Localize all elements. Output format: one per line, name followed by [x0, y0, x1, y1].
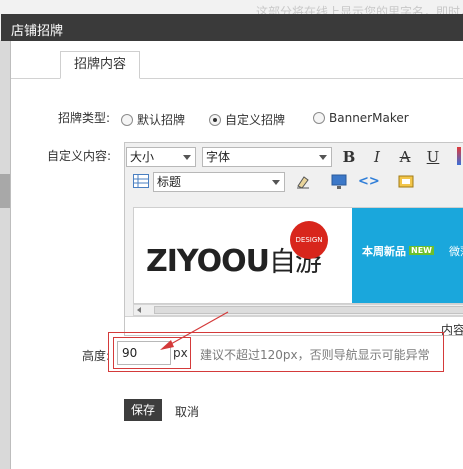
- type-label: 招牌类型:: [58, 111, 111, 125]
- radio-default[interactable]: 默认招牌: [121, 111, 185, 128]
- font-size-value: 大小: [130, 150, 155, 164]
- radio-bannermaker[interactable]: BannerMaker: [313, 111, 409, 125]
- underline-button[interactable]: U: [425, 148, 441, 166]
- logo-area: ZIYOOU自游 DESIGN: [134, 208, 352, 303]
- chevron-down-icon: [272, 180, 280, 185]
- logo-text: ZIYOOU: [146, 244, 270, 279]
- banner-text: 本周新品 NEW: [362, 243, 437, 259]
- image-icon[interactable]: [398, 174, 414, 190]
- background-block: [0, 174, 10, 208]
- radio-label: 自定义招牌: [225, 113, 286, 127]
- dialog-titlebar: 店铺招牌: [1, 14, 463, 41]
- radio-custom[interactable]: 自定义招牌: [209, 111, 285, 128]
- status-text: 内容: [440, 323, 463, 336]
- height-unit: px: [173, 346, 188, 360]
- background-sidebar: [0, 40, 10, 469]
- horizontal-scrollbar[interactable]: [133, 304, 463, 316]
- rich-text-editor[interactable]: 大小 字体 B I A U 标题 <> ZIYOOU自游 DESIGN 本周新品…: [124, 142, 463, 336]
- height-input[interactable]: 90: [117, 341, 171, 365]
- content-label: 自定义内容:: [47, 149, 112, 163]
- save-button[interactable]: 保存: [124, 399, 162, 421]
- font-family-select[interactable]: 字体: [202, 147, 332, 167]
- design-badge: DESIGN: [290, 221, 328, 259]
- format-painter-icon[interactable]: [295, 174, 311, 190]
- signboard-dialog: 店铺招牌 招牌内容 招牌类型: 默认招牌 自定义招牌 BannerMaker 自…: [1, 14, 463, 469]
- italic-button[interactable]: I: [369, 148, 385, 166]
- dialog-title: 店铺招牌: [11, 24, 64, 39]
- media-icon[interactable]: [331, 174, 347, 190]
- font-family-value: 字体: [206, 150, 231, 164]
- table-icon[interactable]: [133, 174, 149, 188]
- scrollbar-thumb[interactable]: [154, 306, 463, 314]
- radio-label: 默认招牌: [137, 113, 186, 127]
- chevron-down-icon: [183, 155, 191, 160]
- banner-strip: 本周新品NEW 微薄: [352, 208, 463, 303]
- font-size-select[interactable]: 大小: [126, 147, 196, 167]
- color-icon[interactable]: [457, 147, 461, 165]
- new-badge: NEW: [409, 246, 434, 255]
- radio-circle[interactable]: [313, 112, 325, 124]
- radio-circle[interactable]: [121, 113, 133, 126]
- chevron-down-icon: [319, 155, 327, 160]
- height-hint: 建议不超过120px，否则导航显示可能异常: [200, 348, 430, 362]
- banner-more: 微薄: [449, 245, 463, 258]
- banner-label: 本周新品: [362, 245, 406, 258]
- heading-value: 标题: [157, 175, 182, 189]
- radio-label: BannerMaker: [329, 111, 409, 125]
- strikethrough-button[interactable]: A: [397, 148, 413, 166]
- height-label: 高度:: [82, 349, 111, 363]
- heading-select[interactable]: 标题: [153, 172, 285, 192]
- scroll-left-icon[interactable]: [137, 307, 141, 313]
- tab-signboard-content[interactable]: 招牌内容: [60, 51, 140, 79]
- radio-circle-checked[interactable]: [209, 113, 221, 126]
- code-icon[interactable]: <>: [358, 173, 380, 191]
- screen: 这部分将在线上显示您的里字名，即时，信 店铺招牌 招牌内容 招牌类型: 默认招牌…: [0, 0, 463, 469]
- editor-canvas[interactable]: ZIYOOU自游 DESIGN 本周新品NEW 微薄: [133, 207, 463, 304]
- cancel-button[interactable]: 取消: [175, 403, 199, 420]
- bold-button[interactable]: B: [341, 148, 357, 166]
